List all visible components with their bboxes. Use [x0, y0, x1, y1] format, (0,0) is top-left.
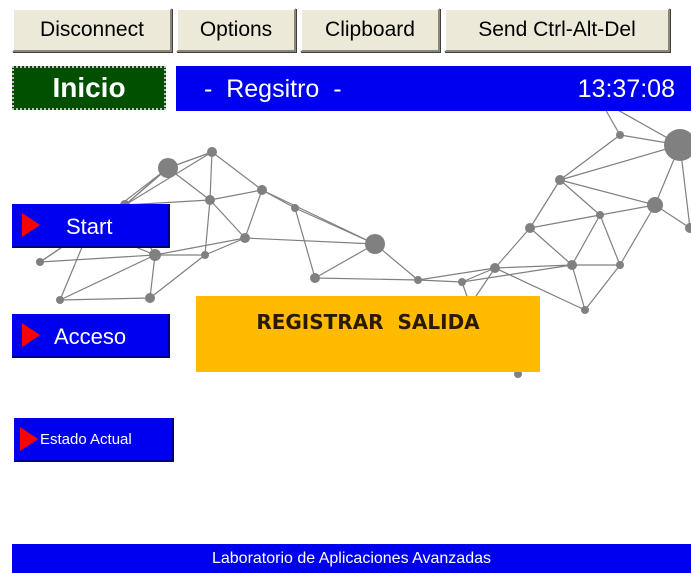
network-node — [616, 131, 624, 139]
acceso-button[interactable]: Acceso — [12, 314, 170, 358]
send-ctrl-alt-del-button[interactable]: Send Ctrl-Alt-Del — [444, 8, 670, 52]
network-edge — [584, 264, 621, 311]
start-button[interactable]: Start — [12, 204, 170, 248]
network-node — [581, 306, 589, 314]
network-node — [158, 158, 178, 178]
network-edge — [59, 254, 156, 301]
red-triangle-icon — [20, 427, 38, 451]
network-node — [414, 276, 422, 284]
network-node — [458, 278, 466, 286]
estado-actual-button[interactable]: Estado Actual — [14, 418, 174, 462]
network-edge — [149, 254, 156, 299]
registrar-salida-button[interactable]: REGISTRAR SALIDA — [196, 296, 540, 372]
clipboard-button[interactable]: Clipboard — [300, 8, 440, 52]
network-edge — [529, 179, 561, 229]
network-edge — [529, 214, 601, 229]
network-node — [149, 249, 161, 261]
network-node — [56, 296, 64, 304]
network-node — [596, 211, 604, 219]
network-node — [490, 263, 500, 273]
network-node — [664, 129, 691, 161]
network-edge — [294, 207, 316, 279]
network-node — [201, 251, 209, 259]
estado-actual-button-label: Estado Actual — [40, 431, 132, 448]
network-edge — [599, 214, 621, 266]
network-edge — [204, 237, 246, 256]
network-edge — [559, 134, 621, 181]
network-node — [36, 258, 44, 266]
network-edge — [529, 227, 573, 266]
network-edge — [571, 264, 586, 311]
network-edge — [211, 151, 263, 191]
network-node — [555, 175, 565, 185]
network-edge — [59, 297, 151, 301]
clock: 13:37:08 — [577, 75, 675, 103]
network-edge — [559, 144, 681, 181]
network-edge — [314, 277, 419, 281]
network-edge — [314, 243, 376, 279]
network-edge — [244, 237, 376, 245]
network-node — [365, 234, 385, 254]
network-edge — [209, 189, 263, 201]
network-node — [240, 233, 250, 243]
network-edge — [209, 151, 213, 201]
network-node — [257, 185, 267, 195]
network-edge — [599, 204, 656, 216]
network-node — [685, 223, 691, 233]
network-edge — [417, 279, 463, 283]
start-button-label: Start — [66, 214, 113, 239]
network-edge — [619, 204, 656, 266]
network-node — [525, 223, 535, 233]
network-node — [310, 273, 320, 283]
remote-session-toolbar: Disconnect Options Clipboard Send Ctrl-A… — [0, 0, 691, 62]
registrar-salida-label: REGISTRAR SALIDA — [256, 310, 480, 334]
options-button[interactable]: Options — [176, 8, 296, 52]
network-node — [291, 204, 299, 212]
page-title: - Regsitro - — [204, 75, 342, 103]
network-node — [647, 197, 663, 213]
network-node — [207, 147, 217, 157]
network-node — [567, 260, 577, 270]
red-triangle-icon — [22, 213, 40, 237]
network-edge — [244, 189, 263, 239]
network-node — [205, 195, 215, 205]
network-edge — [571, 214, 601, 266]
acceso-button-label: Acceso — [54, 324, 127, 349]
network-edge — [494, 227, 531, 269]
red-triangle-icon — [22, 323, 40, 347]
footer-bar: Laboratorio de Aplicaciones Avanzadas — [12, 544, 691, 573]
header-bar: - Regsitro - 13:37:08 — [176, 66, 691, 111]
network-edge — [149, 254, 206, 299]
network-node — [616, 261, 624, 269]
inicio-label: Inicio — [12, 66, 166, 110]
network-node — [145, 293, 155, 303]
network-edge — [204, 199, 211, 256]
network-edge — [39, 254, 156, 263]
network-edge — [209, 199, 246, 239]
disconnect-button[interactable]: Disconnect — [12, 8, 172, 52]
network-edge — [261, 189, 376, 245]
